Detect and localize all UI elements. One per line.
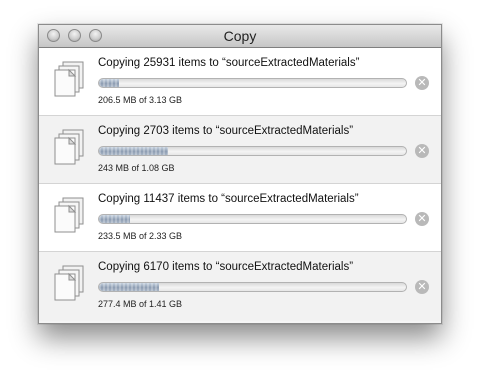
stop-icon: ✕ <box>417 144 427 157</box>
progress-bar <box>98 214 407 224</box>
documents-icon <box>54 197 84 233</box>
documents-icon <box>54 129 84 165</box>
stop-copy-button[interactable]: ✕ <box>415 280 429 294</box>
stop-copy-button[interactable]: ✕ <box>415 144 429 158</box>
copy-item: Copying 2703 items to “sourceExtractedMa… <box>39 116 441 184</box>
stop-icon: ✕ <box>417 76 427 89</box>
copy-item-status: 233.5 MB of 2.33 GB <box>98 231 183 241</box>
progress-fill <box>99 147 169 155</box>
copy-item-title: Copying 11437 items to “sourceExtractedM… <box>98 193 359 205</box>
copy-item-title: Copying 25931 items to “sourceExtractedM… <box>98 57 360 69</box>
documents-icon <box>54 265 84 301</box>
documents-icon <box>54 61 84 97</box>
title-bar[interactable]: Copy <box>39 25 441 48</box>
progress-bar <box>98 78 407 88</box>
stop-icon: ✕ <box>417 212 427 225</box>
stop-copy-button[interactable]: ✕ <box>415 76 429 90</box>
copy-item: Copying 25931 items to “sourceExtractedM… <box>39 48 441 116</box>
progress-fill <box>99 215 130 223</box>
copy-item-status: 277.4 MB of 1.41 GB <box>98 299 183 309</box>
copy-item: Copying 11437 items to “sourceExtractedM… <box>39 184 441 252</box>
progress-bar <box>98 146 407 156</box>
copy-item-title: Copying 6170 items to “sourceExtractedMa… <box>98 261 354 273</box>
progress-bar <box>98 282 407 292</box>
copy-item: Copying 6170 items to “sourceExtractedMa… <box>39 252 441 321</box>
stop-copy-button[interactable]: ✕ <box>415 212 429 226</box>
copy-list: Copying 25931 items to “sourceExtractedM… <box>39 48 441 323</box>
copy-item-title: Copying 2703 items to “sourceExtractedMa… <box>98 125 354 137</box>
window-title: Copy <box>223 28 257 44</box>
copy-item-status: 243 MB of 1.08 GB <box>98 163 175 173</box>
copy-item-status: 206.5 MB of 3.13 GB <box>98 95 183 105</box>
progress-fill <box>99 283 160 291</box>
copy-window: Copy Copying 25931 items to “sourceExtra… <box>38 24 442 324</box>
progress-fill <box>99 79 120 87</box>
stop-icon: ✕ <box>417 280 427 293</box>
